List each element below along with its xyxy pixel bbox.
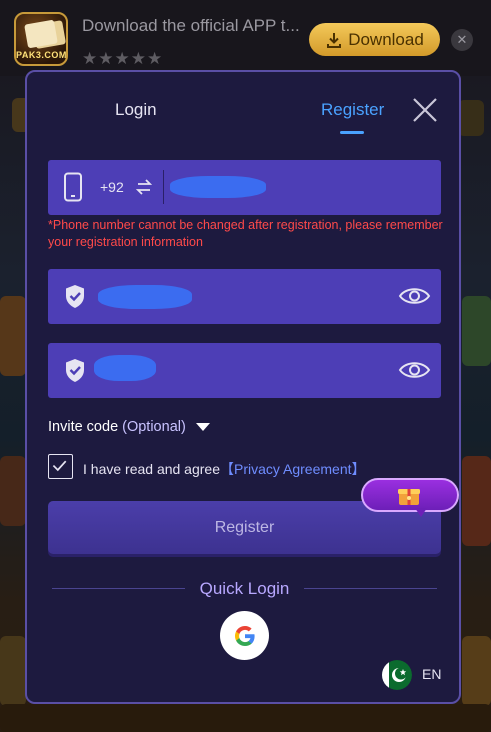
field-divider [163, 170, 164, 204]
banner-close-button[interactable]: ✕ [451, 29, 473, 51]
checkmark-icon [52, 460, 67, 472]
active-tab-indicator [340, 131, 364, 134]
divider-right [304, 588, 437, 589]
redacted-confirm-password [94, 355, 156, 381]
gift-bubble[interactable] [361, 478, 459, 517]
google-icon [234, 625, 255, 646]
shield-icon [66, 285, 84, 308]
phone-icon [64, 172, 82, 202]
invite-code-toggle[interactable]: Invite code (Optional) [48, 419, 210, 435]
bubble-tail [415, 508, 427, 517]
app-install-banner: PAK3.COM Download the official APP t... … [0, 0, 491, 76]
invite-code-label: Invite code [48, 419, 119, 435]
pakistan-flag-icon[interactable] [382, 660, 412, 690]
invite-optional-label: (Optional) [122, 419, 186, 435]
tab-login[interactable]: Login [115, 100, 157, 120]
download-icon [327, 32, 342, 48]
confirm-password-field[interactable] [48, 343, 441, 398]
app-brand-text: PAK3.COM [16, 50, 67, 60]
eye-icon[interactable] [398, 359, 431, 381]
redacted-phone [170, 176, 266, 198]
download-button[interactable]: Download [309, 23, 440, 56]
tab-register[interactable]: Register [321, 100, 384, 120]
agreement-label: I have read and agree [83, 461, 220, 477]
agreement-text: I have read and agree【Privacy Agreement】 [83, 459, 366, 479]
divider-left [52, 588, 185, 589]
privacy-agreement-link[interactable]: 【Privacy Agreement】 [220, 461, 366, 477]
banner-title: Download the official APP t... [82, 16, 300, 35]
quick-login-title: Quick Login [199, 579, 290, 598]
caret-down-icon [195, 423, 210, 431]
download-label: Download [348, 29, 424, 49]
google-login-button[interactable] [220, 611, 269, 660]
password-field[interactable] [48, 269, 441, 324]
app-logo-icon: PAK3.COM [14, 12, 68, 66]
agree-checkbox[interactable] [48, 454, 73, 479]
register-dialog: Login Register +92 *Phone number cannot … [25, 70, 461, 704]
phone-field[interactable]: +92 [48, 160, 441, 215]
close-icon: ✕ [456, 32, 468, 47]
eye-icon[interactable] [398, 285, 431, 307]
country-code[interactable]: +92 [100, 179, 124, 195]
redacted-password [98, 285, 192, 309]
rating-stars: ★★★★★ [82, 49, 164, 68]
gift-icon [398, 489, 420, 505]
close-icon[interactable] [411, 96, 439, 124]
shield-icon [66, 359, 84, 382]
swap-icon[interactable] [136, 178, 152, 196]
language-label[interactable]: EN [422, 666, 441, 682]
phone-warning-text: *Phone number cannot be changed after re… [48, 218, 443, 249]
